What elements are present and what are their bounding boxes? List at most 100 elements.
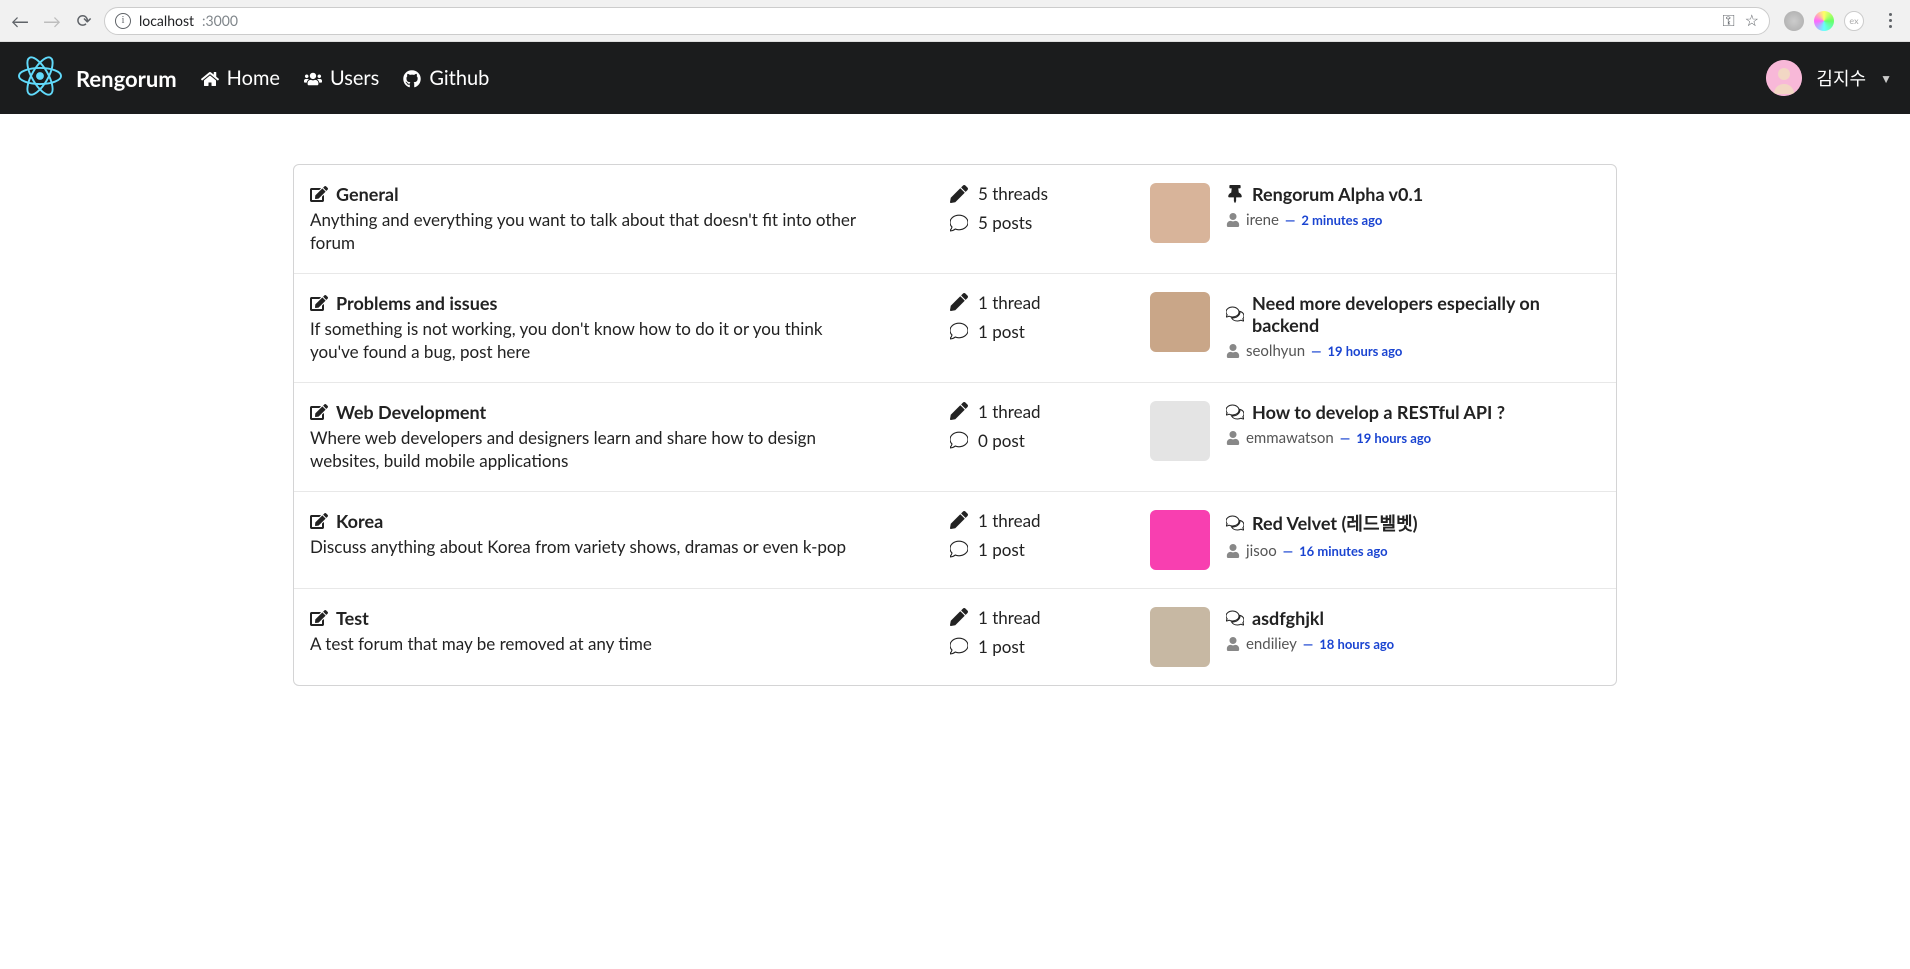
last-post-time: 16 minutes ago: [1299, 543, 1388, 559]
edit-icon: [310, 185, 328, 203]
last-post-user: jisoo: [1246, 542, 1277, 560]
pencil-icon: [950, 511, 968, 529]
user-icon: [1226, 344, 1240, 358]
user-icon: [1226, 637, 1240, 651]
react-logo-icon: [18, 54, 62, 103]
nav-link-users[interactable]: Users: [304, 66, 379, 90]
last-post-avatar: [1150, 292, 1210, 352]
avatar: [1766, 60, 1802, 96]
last-post-time: 19 hours ago: [1327, 343, 1402, 359]
main-container: General Anything and everything you want…: [285, 164, 1625, 686]
comment-icon: [950, 540, 968, 558]
chevron-down-icon: ▼: [1880, 71, 1892, 86]
thread-count: 5 threads: [978, 183, 1048, 204]
home-icon: [201, 69, 219, 87]
navbar: Rengorum Home Users Github 김지수 ▼: [0, 42, 1910, 114]
dash: —: [1311, 343, 1321, 359]
key-icon[interactable]: ⚿: [1722, 11, 1734, 31]
edit-icon: [310, 609, 328, 627]
user-icon: [1226, 431, 1240, 445]
nav-links: Home Users Github: [201, 66, 490, 90]
pin-icon: [1226, 185, 1244, 203]
forum-name: Test: [336, 607, 369, 629]
forum-row[interactable]: Problems and issues If something is not …: [294, 274, 1616, 383]
forum-list: General Anything and everything you want…: [293, 164, 1617, 686]
comment-icon: [950, 322, 968, 340]
extension-icon[interactable]: [1814, 11, 1834, 31]
pencil-icon: [950, 608, 968, 626]
extension-icon[interactable]: [1784, 11, 1804, 31]
extension-icon[interactable]: ex: [1844, 11, 1864, 31]
brand-label: Rengorum: [76, 65, 177, 92]
info-icon: i: [115, 13, 131, 29]
browser-reload-button[interactable]: ⟳: [72, 9, 96, 33]
user-icon: [1226, 213, 1240, 227]
pencil-icon: [950, 402, 968, 420]
forum-description: Anything and everything you want to talk…: [310, 209, 870, 255]
last-post-title: Need more developers especially on backe…: [1252, 292, 1600, 336]
url-port: :3000: [202, 12, 238, 29]
pencil-icon: [950, 185, 968, 203]
last-post-user: emmawatson: [1246, 429, 1334, 447]
last-post-title: Red Velvet (레드벨벳): [1252, 510, 1418, 536]
post-count: 1 post: [978, 636, 1025, 657]
last-post-avatar: [1150, 401, 1210, 461]
post-count: 0 post: [978, 430, 1025, 451]
forum-row[interactable]: General Anything and everything you want…: [294, 165, 1616, 274]
browser-chrome: ← → ⟳ i localhost :3000 ⚿ ☆ ex: [0, 0, 1910, 42]
last-post-user: irene: [1246, 211, 1279, 229]
forum-row[interactable]: Korea Discuss anything about Korea from …: [294, 492, 1616, 589]
edit-icon: [310, 512, 328, 530]
nav-link-label: Home: [227, 66, 280, 90]
edit-icon: [310, 403, 328, 421]
browser-forward-button[interactable]: →: [40, 9, 64, 33]
url-bar[interactable]: i localhost :3000 ⚿ ☆: [104, 7, 1770, 35]
post-count: 1 post: [978, 321, 1025, 342]
forum-row[interactable]: Web Development Where web developers and…: [294, 383, 1616, 492]
pencil-icon: [950, 293, 968, 311]
last-post-user: endiliey: [1246, 635, 1297, 653]
last-post-title: asdfghjkl: [1252, 607, 1324, 629]
comment-icon: [950, 637, 968, 655]
url-host: localhost: [139, 12, 194, 29]
edit-icon: [310, 294, 328, 312]
comments-icon: [1226, 403, 1244, 421]
last-post-time: 19 hours ago: [1356, 430, 1431, 446]
forum-description: Discuss anything about Korea from variet…: [310, 536, 870, 559]
forum-description: A test forum that may be removed at any …: [310, 633, 870, 656]
last-post-time: 18 hours ago: [1319, 636, 1394, 652]
browser-menu-button[interactable]: [1878, 13, 1902, 28]
last-post-user: seolhyun: [1246, 342, 1305, 360]
nav-link-label: Users: [330, 66, 379, 90]
nav-link-home[interactable]: Home: [201, 66, 280, 90]
user-menu[interactable]: 김지수 ▼: [1766, 60, 1892, 96]
user-icon: [1226, 544, 1240, 558]
nav-link-label: Github: [429, 66, 489, 90]
dash: —: [1285, 212, 1295, 228]
comments-icon: [1226, 305, 1244, 323]
forum-name: Problems and issues: [336, 292, 497, 314]
forum-name: General: [336, 183, 399, 205]
comment-icon: [950, 431, 968, 449]
thread-count: 1 thread: [978, 292, 1041, 313]
browser-back-button[interactable]: ←: [8, 9, 32, 33]
last-post-title: Rengorum Alpha v0.1: [1252, 183, 1423, 205]
last-post-avatar: [1150, 510, 1210, 570]
nav-link-github[interactable]: Github: [403, 66, 489, 90]
thread-count: 1 thread: [978, 401, 1041, 422]
users-icon: [304, 69, 322, 87]
post-count: 5 posts: [978, 212, 1032, 233]
comment-icon: [950, 214, 968, 232]
thread-count: 1 thread: [978, 510, 1041, 531]
forum-row[interactable]: Test A test forum that may be removed at…: [294, 589, 1616, 685]
forum-name: Korea: [336, 510, 383, 532]
extension-icons: ex: [1778, 11, 1870, 31]
last-post-title: How to develop a RESTful API ?: [1252, 401, 1505, 423]
dash: —: [1303, 636, 1313, 652]
forum-name: Web Development: [336, 401, 486, 423]
comments-icon: [1226, 609, 1244, 627]
post-count: 1 post: [978, 539, 1025, 560]
star-icon[interactable]: ☆: [1745, 11, 1759, 30]
brand[interactable]: Rengorum: [18, 54, 177, 103]
dash: —: [1283, 543, 1293, 559]
